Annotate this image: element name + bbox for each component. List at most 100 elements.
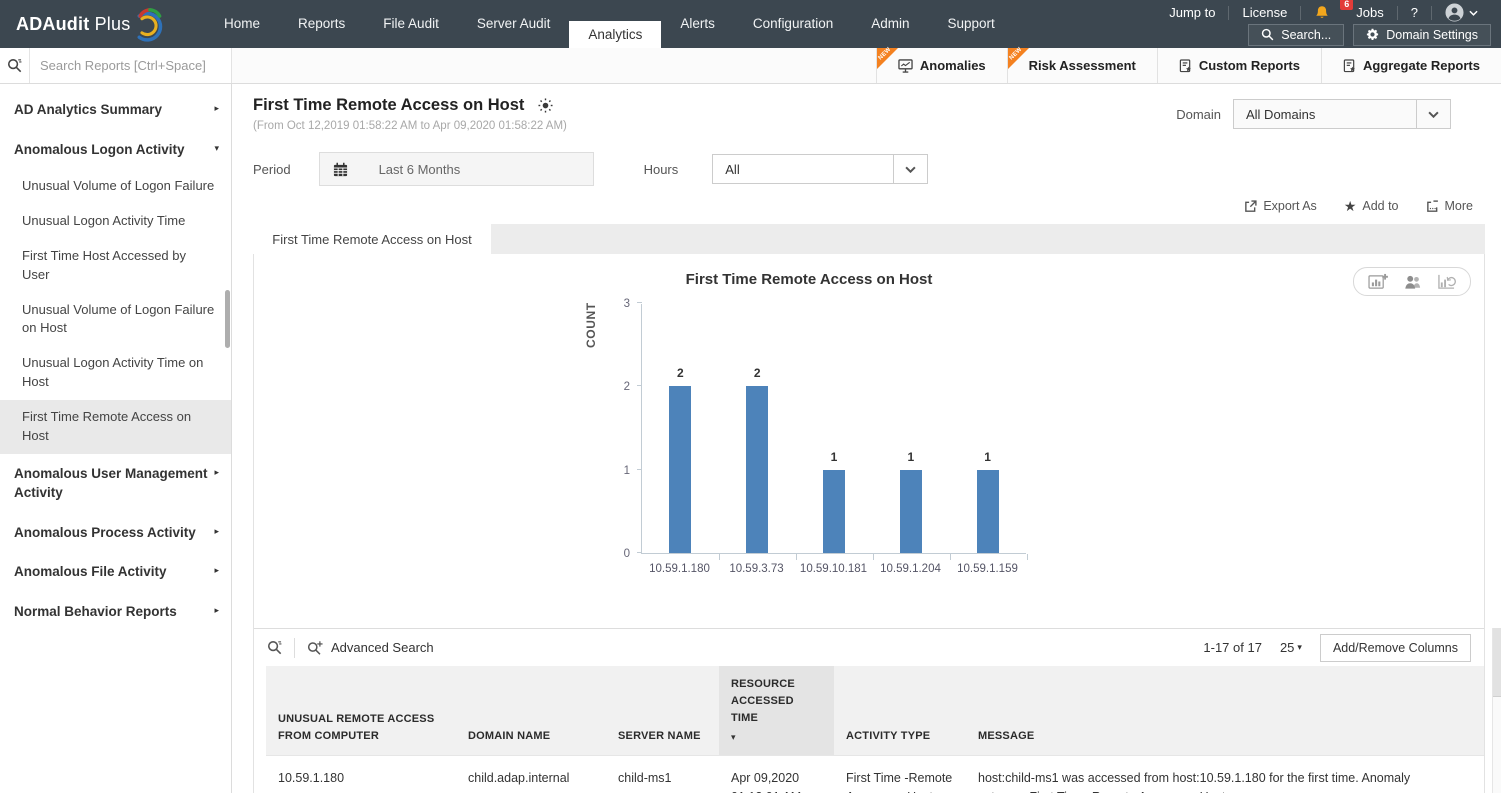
license-link[interactable]: License — [1229, 5, 1300, 20]
nav-admin[interactable]: Admin — [852, 0, 928, 48]
brand-logo[interactable]: ADAudit Plus — [0, 0, 205, 48]
add-remove-columns-button[interactable]: Add/Remove Columns — [1320, 634, 1471, 662]
sidebar-section-anomalous-user-management-activity[interactable]: Anomalous User Management Activity▸ — [0, 454, 231, 513]
x-tick-mark — [1027, 554, 1028, 560]
y-tick-label: 1 — [600, 465, 630, 477]
global-search-button[interactable]: Search... — [1248, 24, 1344, 46]
bar-10-59-10-181[interactable] — [823, 470, 845, 553]
tab-first-time-remote-access[interactable]: First Time Remote Access on Host — [253, 224, 491, 254]
x-tick-label: 10.59.1.204 — [872, 563, 949, 575]
bar-group-10-59-1-159: 1 — [949, 304, 1026, 553]
sidebar-section-anomalous-file-activity[interactable]: Anomalous File Activity▸ — [0, 552, 231, 592]
sidebar-section-normal-behavior-reports[interactable]: Normal Behavior Reports▸ — [0, 592, 231, 632]
notification-badge: 6 — [1340, 0, 1353, 10]
domain-select[interactable]: All Domains — [1233, 99, 1451, 129]
sidebar-item-first-time-host-accessed-by-user[interactable]: First Time Host Accessed by User — [0, 239, 231, 293]
nav-alerts[interactable]: Alerts — [661, 0, 734, 48]
bar-10-59-3-73[interactable] — [746, 386, 768, 553]
sidebar-section-anomalous-logon-activity[interactable]: Anomalous Logon Activity▾ — [0, 130, 231, 170]
advanced-search-button[interactable]: Advanced Search — [307, 640, 434, 655]
jump-to-link[interactable]: Jump to — [1156, 5, 1228, 20]
y-tick-label: 2 — [600, 381, 630, 393]
reload-chart-icon[interactable] — [1437, 273, 1456, 290]
chevron-down-icon — [1416, 100, 1450, 128]
export-as-button[interactable]: Export As — [1244, 199, 1317, 213]
help-button[interactable]: ? — [1398, 5, 1431, 20]
hours-select[interactable]: All — [712, 154, 928, 184]
hours-label: Hours — [644, 162, 679, 177]
quicklink-custom-reports[interactable]: Custom Reports — [1157, 48, 1321, 83]
column-header-activity-type[interactable]: ACTIVITY TYPE — [834, 666, 966, 756]
report-actions: Export As ★ Add to More — [253, 199, 1485, 213]
sidebar-item-unusual-logon-activity-time-on-host[interactable]: Unusual Logon Activity Time on Host — [0, 346, 231, 400]
page-size-dropdown[interactable]: 25▾ — [1280, 640, 1302, 655]
nav-home[interactable]: Home — [205, 0, 279, 48]
column-header-resource-accessed-time[interactable]: RESOURCE ACCESSED TIME▾ — [719, 666, 834, 756]
quicklink-aggregate-reports[interactable]: Aggregate Reports — [1321, 48, 1501, 83]
x-tick-label: 10.59.10.181 — [795, 563, 872, 575]
quicklink-label: Custom Reports — [1199, 58, 1300, 73]
table-row[interactable]: 10.59.1.180child.adap.internalchild-ms1A… — [266, 756, 1484, 793]
quicklink-label: Aggregate Reports — [1363, 58, 1480, 73]
bar-10-59-1-180[interactable] — [669, 386, 691, 553]
table-cell: First Time -Remote Access on Host — [834, 756, 966, 793]
nav-analytics[interactable]: Analytics — [569, 21, 661, 48]
table-controls: 1-17 of 17 25▾ Add/Remove Columns — [1203, 634, 1471, 662]
nav-file-audit[interactable]: File Audit — [364, 0, 458, 48]
vertical-scrollbar[interactable] — [1492, 628, 1501, 793]
change-chart-type-icon[interactable] — [1368, 273, 1388, 290]
star-icon: ★ — [1344, 199, 1357, 213]
report-date-range: (From Oct 12,2019 01:58:22 AM to Apr 09,… — [253, 120, 567, 132]
table-cell: Apr 09,2020 01:12:01 AM — [719, 756, 834, 793]
quicklink-risk-assessment[interactable]: NEWRisk Assessment — [1007, 48, 1157, 83]
user-attribution-icon[interactable] — [1403, 274, 1422, 290]
sidebar-scrollbar[interactable] — [225, 290, 230, 348]
sidebar-section-anomalous-process-activity[interactable]: Anomalous Process Activity▸ — [0, 513, 231, 553]
user-menu[interactable] — [1432, 3, 1491, 22]
sidebar-section-ad-analytics-summary[interactable]: AD Analytics Summary▸ — [0, 90, 231, 130]
notifications-button[interactable]: 6 — [1301, 5, 1343, 21]
sidebar-item-unusual-volume-of-logon-failure[interactable]: Unusual Volume of Logon Failure — [0, 169, 231, 204]
bar-group-10-59-1-204: 1 — [872, 304, 949, 553]
table-cell: child.adap.internal — [456, 756, 606, 793]
bar-10-59-1-159[interactable] — [977, 470, 999, 553]
report-sidebar: AD Analytics Summary▸Anomalous Logon Act… — [0, 84, 232, 793]
title-block: First Time Remote Access on Host (From O… — [253, 96, 567, 132]
domain-settings-button[interactable]: Domain Settings — [1353, 24, 1491, 46]
column-header-unusual-remote-access-from-computer[interactable]: UNUSUAL REMOTE ACCESS FROM COMPUTER — [266, 666, 456, 756]
table-search-icon[interactable] — [267, 640, 282, 655]
nav-configuration[interactable]: Configuration — [734, 0, 852, 48]
avatar-icon — [1445, 3, 1464, 22]
chart-section: First Time Remote Access on Host COUNT 2… — [254, 254, 1484, 628]
advanced-search-icon — [307, 640, 323, 655]
column-header-message[interactable]: MESSAGE — [966, 666, 1484, 756]
period-picker[interactable]: Last 6 Months — [319, 152, 594, 186]
bar-10-59-1-204[interactable] — [900, 470, 922, 553]
report-search — [0, 48, 232, 83]
nav-server-audit[interactable]: Server Audit — [458, 0, 570, 48]
doc-star-icon — [1179, 59, 1192, 73]
table-cell: host:child-ms1 was accessed from host:10… — [966, 756, 1484, 793]
y-tick-mark — [637, 302, 642, 303]
topbar-buttons: Search... Domain Settings — [1156, 23, 1491, 46]
anomaly-sun-icon[interactable] — [538, 98, 553, 113]
column-header-domain-name[interactable]: DOMAIN NAME — [456, 666, 606, 756]
sidebar-item-unusual-volume-of-logon-failure-on-host[interactable]: Unusual Volume of Logon Failure on Host — [0, 293, 231, 347]
y-tick-mark — [637, 385, 642, 386]
quicklink-anomalies[interactable]: NEWAnomalies — [876, 48, 1007, 83]
column-header-server-name[interactable]: SERVER NAME — [606, 666, 719, 756]
page-title: First Time Remote Access on Host — [253, 96, 567, 115]
y-tick-mark — [637, 469, 642, 470]
nav-reports[interactable]: Reports — [279, 0, 364, 48]
add-to-button[interactable]: ★ Add to — [1344, 199, 1399, 213]
bar-chart: COUNT 22111 0123 — [641, 304, 1026, 554]
more-button[interactable]: More — [1426, 199, 1473, 213]
bar-value-label: 2 — [719, 366, 796, 380]
nav-support[interactable]: Support — [929, 0, 1014, 48]
sidebar-item-first-time-remote-access-on-host[interactable]: First Time Remote Access on Host — [0, 400, 231, 454]
report-search-input[interactable] — [30, 58, 231, 73]
bar-group-10-59-10-181: 1 — [796, 304, 873, 553]
calendar-icon — [320, 162, 361, 177]
sidebar-item-unusual-logon-activity-time[interactable]: Unusual Logon Activity Time — [0, 204, 231, 239]
main-content: First Time Remote Access on Host (From O… — [232, 84, 1501, 793]
